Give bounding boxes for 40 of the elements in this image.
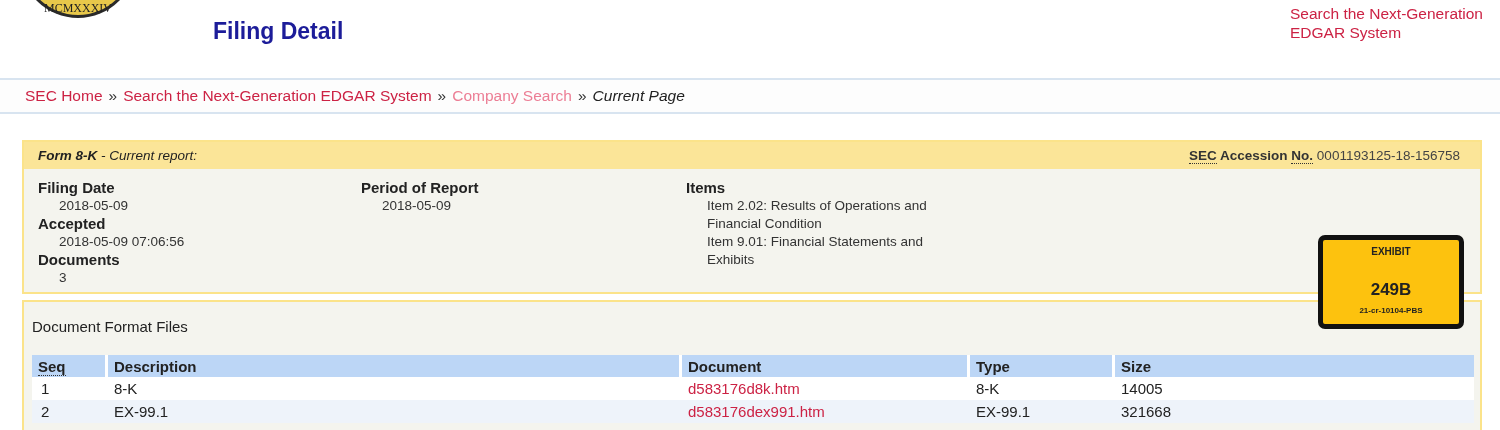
item-text: Item 2.02: Results of Operations and Financial Condition [706,197,928,233]
breadcrumb-separator: » [577,87,587,105]
table-cell: 8-K [967,377,1112,400]
document-link[interactable]: d583176dex991.htm [679,400,967,423]
field-label: Documents [38,251,121,269]
breadcrumb-separator: » [108,87,118,105]
section-title: Document Format Files [32,318,189,335]
column-header: Description [105,355,679,377]
column-header: Seq [32,355,105,377]
breadcrumb-link[interactable]: Search the Next-Generation EDGAR System [123,87,432,105]
breadcrumb-link[interactable]: SEC Home [25,87,103,105]
table-cell: 1 [32,377,105,400]
table-cell: 321668 [1112,400,1474,423]
field-label: Accepted [38,215,107,233]
column-header: Type [967,355,1112,377]
accession-number: SEC Accession No. 0001193125-18-156758 [1189,148,1460,163]
form-type: Form 8-K - Current report: [38,148,198,163]
table-cell: 8-K [105,377,679,400]
exhibit-number: 249B [1370,280,1412,300]
field-value: 2018-05-09 07:06:56 [58,233,186,251]
table-cell: 2 [32,400,105,423]
breadcrumb-separator: » [437,87,447,105]
case-number: 21-cr-10104-PBS [1359,306,1423,315]
field-label: Filing Date [38,179,116,197]
document-link[interactable]: d583176d8k.htm [679,377,967,400]
header-link[interactable]: Search the Next-Generation EDGAR System [1290,4,1500,42]
field-value: 2018-05-09 [381,197,453,215]
item-text: Item 9.01: Financial Statements and Exhibits [706,233,925,269]
column-header: Size [1112,355,1474,377]
breadcrumb-current: Current Page [592,87,685,105]
field-label: Items [686,179,727,197]
table-cell: EX-99.1 [967,400,1112,423]
sticker-label: EXHIBIT [1371,246,1411,257]
field-value: 2018-05-09 [58,197,130,215]
page-title: Filing Detail [213,18,344,45]
field-value: 3 [58,269,68,287]
column-header: Document [679,355,967,377]
table-cell: EX-99.1 [105,400,679,423]
table-cell: 14005 [1112,377,1474,400]
field-label: Period of Report [361,179,480,197]
